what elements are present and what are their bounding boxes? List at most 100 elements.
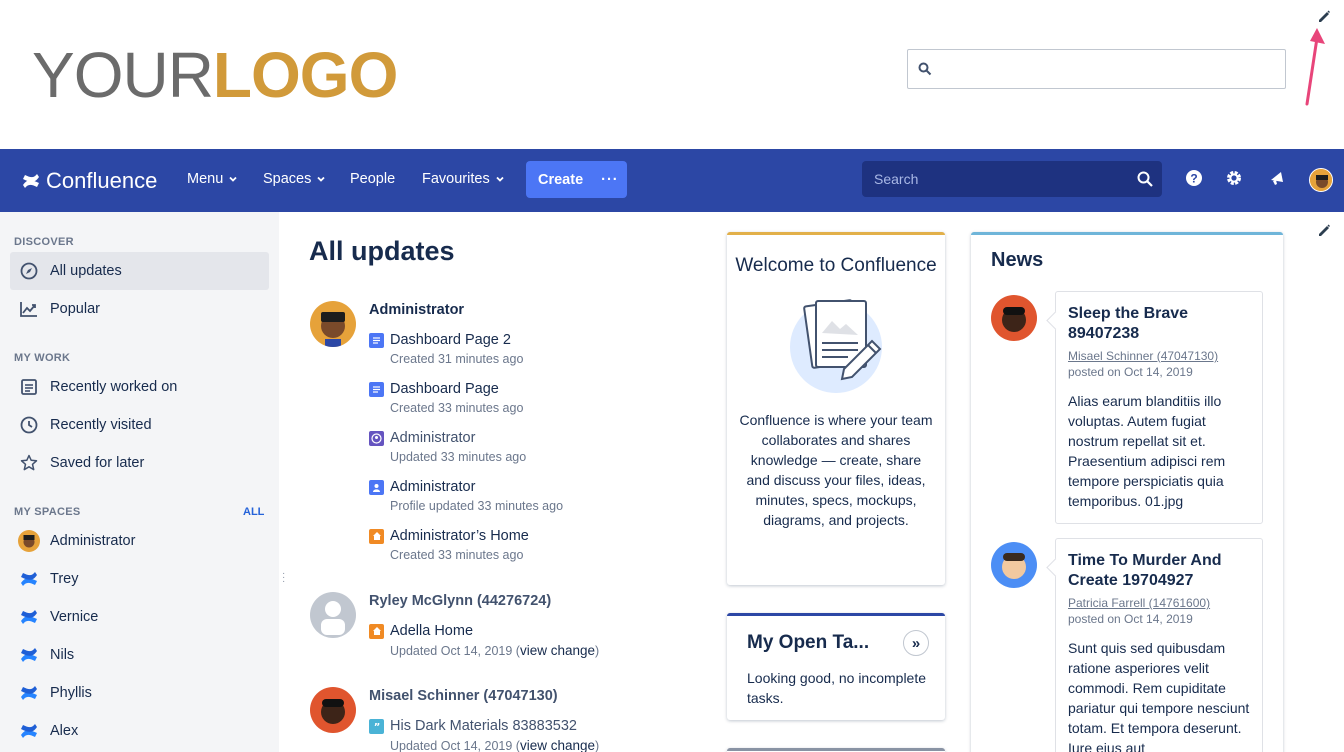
feed-entry-title[interactable]: Dashboard Page 2 xyxy=(390,332,511,348)
user-avatar-icon xyxy=(310,687,356,733)
discover-heading: DISCOVER xyxy=(14,236,74,248)
feed-entry-title[interactable]: His Dark Materials 83883532 xyxy=(390,718,577,734)
sidebar-space-nils[interactable]: Nils xyxy=(10,636,269,674)
home-icon xyxy=(369,528,384,544)
spaces-dropdown[interactable]: Spaces xyxy=(263,171,326,187)
profile-icon xyxy=(369,479,384,495)
feed-user-name[interactable]: Misael Schinner (47047130) xyxy=(369,688,558,704)
notifications-megaphone-icon[interactable] xyxy=(1268,169,1286,187)
sidebar-item-all-updates[interactable]: All updates xyxy=(10,252,269,290)
confluence-space-icon xyxy=(18,606,40,628)
list-item: Adella Home Updated Oct 14, 2019 (view c… xyxy=(369,623,599,658)
home-icon xyxy=(369,623,384,639)
create-more-icon[interactable]: ··· xyxy=(601,172,619,188)
my-spaces-heading: MY SPACES xyxy=(14,506,81,518)
user-avatar-icon xyxy=(991,295,1037,341)
news-post-date: posted on Oct 14, 2019 xyxy=(1068,612,1193,626)
search-icon xyxy=(918,62,932,76)
nav-search-input[interactable]: Search xyxy=(862,161,1162,197)
feed-user-name[interactable]: Administrator xyxy=(369,302,464,318)
news-post-date: posted on Oct 14, 2019 xyxy=(1068,365,1193,379)
feed-entry-meta: Profile updated 33 minutes ago xyxy=(390,499,564,513)
news-post: Time To Murder And Create 19704927 Patri… xyxy=(1055,538,1263,752)
list-item: Administrator Updated 33 minutes ago xyxy=(369,430,526,464)
edit-pencil-icon[interactable] xyxy=(1316,8,1332,24)
sidebar-item-saved-for-later[interactable]: Saved for later xyxy=(10,444,269,482)
list-item: Administrator Profile updated 33 minutes… xyxy=(369,479,563,513)
feed-entry-title[interactable]: Administrator xyxy=(390,479,475,495)
feed-entry-meta: Created 33 minutes ago xyxy=(390,401,524,415)
welcome-body: Confluence is where your team collaborat… xyxy=(739,412,933,528)
news-post-author[interactable]: Patricia Farrell (14761600) xyxy=(1068,596,1250,610)
news-post-title[interactable]: Sleep the Brave 89407238 xyxy=(1068,304,1250,344)
confluence-space-icon xyxy=(18,720,40,742)
confluence-space-icon xyxy=(18,682,40,704)
feed-entry-title[interactable]: Adella Home xyxy=(390,623,473,639)
avatar[interactable] xyxy=(991,542,1037,588)
feed-entry-meta: Updated Oct 14, 2019 ( xyxy=(390,644,520,658)
avatar[interactable] xyxy=(310,301,356,347)
news-post: Sleep the Brave 89407238 Misael Schinner… xyxy=(1055,291,1263,524)
list-item: Administrator’s Home Created 33 minutes … xyxy=(369,528,529,562)
open-tasks-card: My Open Ta... » Looking good, no incompl… xyxy=(727,613,945,720)
news-post-title[interactable]: Time To Murder And Create 19704927 xyxy=(1068,551,1250,591)
gear-icon[interactable] xyxy=(1225,169,1243,187)
sidebar-space-trey[interactable]: Trey xyxy=(10,560,269,598)
confluence-home-link[interactable]: Confluence xyxy=(22,168,157,194)
sidebar-space-alex[interactable]: Alex xyxy=(10,712,269,750)
pointer-arrow-icon xyxy=(1305,28,1325,106)
avatar[interactable] xyxy=(310,592,356,638)
avatar[interactable] xyxy=(310,687,356,733)
confluence-space-icon xyxy=(18,644,40,666)
sidebar-item-recently-worked-on[interactable]: Recently worked on xyxy=(10,368,269,406)
confluence-space-icon xyxy=(18,568,40,590)
feed-entry-meta-close: ) xyxy=(595,739,600,752)
avatar[interactable] xyxy=(991,295,1037,341)
sidebar-space-phyllis[interactable]: Phyllis xyxy=(10,674,269,712)
view-change-link[interactable]: view change xyxy=(520,738,595,752)
page-icon xyxy=(369,332,384,348)
page-title: All updates xyxy=(309,236,455,266)
search-icon xyxy=(1137,171,1153,187)
welcome-card: Welcome to Confluence Confluence is wher… xyxy=(727,232,945,585)
edit-pencil-icon[interactable] xyxy=(1316,222,1332,238)
page-icon xyxy=(369,381,384,397)
help-icon[interactable]: ? xyxy=(1185,169,1203,187)
avatar-face-icon xyxy=(1310,169,1332,191)
create-button[interactable]: Create ··· xyxy=(526,161,627,198)
quote-icon: ” xyxy=(369,718,384,734)
compass-icon xyxy=(18,260,40,282)
people-link[interactable]: People xyxy=(350,171,395,187)
feed-entry-title[interactable]: Administrator’s Home xyxy=(390,528,529,544)
user-avatar[interactable] xyxy=(1309,168,1333,192)
svg-text:?: ? xyxy=(1190,172,1197,186)
svg-text:”: ” xyxy=(373,722,380,731)
sidebar-item-popular[interactable]: Popular xyxy=(10,290,269,328)
sidebar: DISCOVER All updates Popular MY WORK Rec… xyxy=(0,212,279,752)
all-spaces-link[interactable]: ALL xyxy=(243,506,264,518)
open-tasks-title: My Open Ta... xyxy=(747,632,870,653)
chevron-down-icon xyxy=(317,176,326,182)
sidebar-space-vernice[interactable]: Vernice xyxy=(10,598,269,636)
banner-search-input[interactable] xyxy=(907,49,1286,89)
sidebar-item-recently-visited[interactable]: Recently visited xyxy=(10,406,269,444)
feed-user-name[interactable]: Ryley McGlynn (44276724) xyxy=(369,593,551,609)
confluence-logo-icon xyxy=(23,174,39,188)
menu-dropdown[interactable]: Menu xyxy=(187,171,238,187)
sidebar-resize-handle[interactable]: · · · xyxy=(282,569,285,587)
news-post-author[interactable]: Misael Schinner (47047130) xyxy=(1068,349,1250,363)
site-logo[interactable]: YOURLOGO xyxy=(32,40,398,110)
feed-entry-title[interactable]: Dashboard Page xyxy=(390,381,499,397)
news-title: News xyxy=(991,249,1044,271)
list-item: Dashboard Page 2 Created 31 minutes ago xyxy=(369,332,523,366)
welcome-title: Welcome to Confluence xyxy=(735,255,937,276)
favourites-dropdown[interactable]: Favourites xyxy=(422,171,505,187)
list-item: ” His Dark Materials 83883532 Updated Oct… xyxy=(369,718,599,752)
open-tasks-expand-button[interactable]: » xyxy=(903,630,929,656)
document-pencil-illustration-icon xyxy=(790,299,882,393)
view-change-link[interactable]: view change xyxy=(520,643,595,658)
feed-entry-title[interactable]: Administrator xyxy=(390,430,475,446)
sidebar-space-administrator[interactable]: Administrator xyxy=(10,522,269,560)
feed-entry-meta: Updated 33 minutes ago xyxy=(390,450,527,464)
feed-entry-meta: Created 31 minutes ago xyxy=(390,352,524,366)
